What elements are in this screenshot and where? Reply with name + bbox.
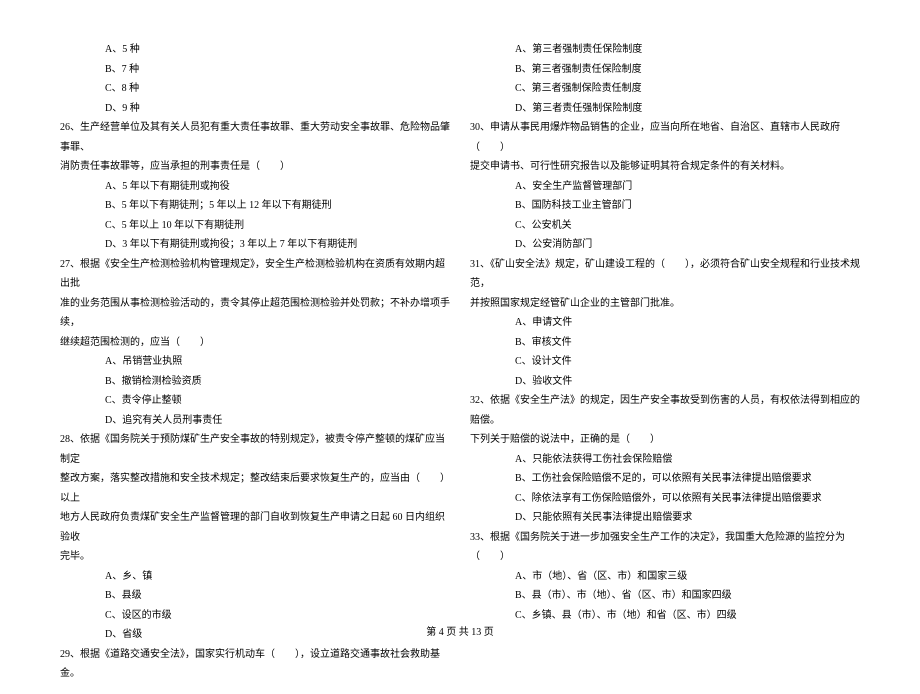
q29-stem: 29、根据《道路交通安全法》，国家实行机动车（ ），设立道路交通事故社会救助基金…	[60, 645, 450, 684]
q27-opt-b: B、撤销检测检验资质	[60, 372, 450, 392]
q26-stem-cont: 消防责任事故罪等，应当承担的刑事责任是（ ）	[60, 157, 450, 177]
page-content: A、5 种 B、7 种 C、8 种 D、9 种 26、生产经营单位及其有关人员犯…	[0, 0, 920, 694]
q31-stem-cont: 并按照国家规定经管矿山企业的主管部门批准。	[470, 294, 860, 314]
q30-opt-c: C、公安机关	[470, 216, 860, 236]
q26-opt-a: A、5 年以下有期徒刑或拘役	[60, 177, 450, 197]
q30-opt-b: B、国防科技工业主管部门	[470, 196, 860, 216]
q32-stem: 32、依据《安全生产法》的规定，因生产安全事故受到伤害的人员，有权依法得到相应的…	[470, 391, 860, 430]
q25-opt-d: D、9 种	[60, 99, 450, 119]
q30-stem-cont: 提交申请书、可行性研究报告以及能够证明其符合规定条件的有关材料。	[470, 157, 860, 177]
q30-opt-d: D、公安消防部门	[470, 235, 860, 255]
q32-opt-a: A、只能依法获得工伤社会保险赔偿	[470, 450, 860, 470]
q32-opt-b: B、工伤社会保险赔偿不足的，可以依照有关民事法律提出赔偿要求	[470, 469, 860, 489]
q31-opt-d: D、验收文件	[470, 372, 860, 392]
q31-opt-b: B、审核文件	[470, 333, 860, 353]
q26-opt-b: B、5 年以下有期徒刑；5 年以上 12 年以下有期徒刑	[60, 196, 450, 216]
q26-stem: 26、生产经营单位及其有关人员犯有重大责任事故罪、重大劳动安全事故罪、危险物品肇…	[60, 118, 450, 157]
q26-opt-d: D、3 年以下有期徒刑或拘役；3 年以上 7 年以下有期徒刑	[60, 235, 450, 255]
page-footer: 第 4 页 共 13 页	[0, 623, 920, 638]
q25-opt-a: A、5 种	[60, 40, 450, 60]
q28-stem: 28、依据《国务院关于预防煤矿生产安全事故的特别规定》，被责令停产整顿的煤矿应当…	[60, 430, 450, 469]
q33-stem: 33、根据《国务院关于进一步加强安全生产工作的决定》，我国重大危险源的监控分为（…	[470, 528, 860, 567]
q31-opt-c: C、设计文件	[470, 352, 860, 372]
q27-stem-cont1: 准的业务范围从事检测检验活动的，责令其停止超范围检测检验并处罚款；不补办增项手续…	[60, 294, 450, 333]
q29-opt-c: C、第三者强制保险责任制度	[470, 79, 860, 99]
q28-stem-cont2: 地方人民政府负责煤矿安全生产监督管理的部门自收到恢复生产申请之日起 60 日内组…	[60, 508, 450, 547]
q29-opt-d: D、第三者责任强制保险制度	[470, 99, 860, 119]
q28-stem-cont3: 完毕。	[60, 547, 450, 567]
q30-stem: 30、申请从事民用爆炸物品销售的企业，应当向所在地省、自治区、直辖市人民政府（ …	[470, 118, 860, 157]
q27-opt-a: A、吊销营业执照	[60, 352, 450, 372]
q31-opt-a: A、申请文件	[470, 313, 860, 333]
q32-stem-cont: 下列关于赔偿的说法中，正确的是（ ）	[470, 430, 860, 450]
q32-opt-d: D、只能依照有关民事法律提出赔偿要求	[470, 508, 860, 528]
q31-stem: 31、《矿山安全法》规定，矿山建设工程的（ ），必须符合矿山安全规程和行业技术规…	[470, 255, 860, 294]
q26-opt-c: C、5 年以上 10 年以下有期徒刑	[60, 216, 450, 236]
right-column: A、第三者强制责任保险制度 B、第三者强制责任保险制度 C、第三者强制保险责任制…	[470, 40, 860, 684]
q27-stem: 27、根据《安全生产检测检验机构管理规定》，安全生产检测检验机构在资质有效期内超…	[60, 255, 450, 294]
q30-opt-a: A、安全生产监督管理部门	[470, 177, 860, 197]
left-column: A、5 种 B、7 种 C、8 种 D、9 种 26、生产经营单位及其有关人员犯…	[60, 40, 450, 684]
q33-opt-b: B、县（市）、市（地）、省（区、市）和国家四级	[470, 586, 860, 606]
q25-opt-b: B、7 种	[60, 60, 450, 80]
q27-opt-c: C、责令停止整顿	[60, 391, 450, 411]
q28-opt-a: A、乡、镇	[60, 567, 450, 587]
q27-opt-d: D、追究有关人员刑事责任	[60, 411, 450, 431]
q33-opt-a: A、市（地）、省（区、市）和国家三级	[470, 567, 860, 587]
q27-stem-cont2: 继续超范围检测的，应当（ ）	[60, 333, 450, 353]
q32-opt-c: C、除依法享有工伤保险赔偿外，可以依照有关民事法律提出赔偿要求	[470, 489, 860, 509]
q29-opt-b: B、第三者强制责任保险制度	[470, 60, 860, 80]
q28-stem-cont1: 整改方案，落实整改措施和安全技术规定；整改结束后要求恢复生产的，应当由（ ）以上	[60, 469, 450, 508]
q25-opt-c: C、8 种	[60, 79, 450, 99]
q28-opt-b: B、县级	[60, 586, 450, 606]
q29-opt-a: A、第三者强制责任保险制度	[470, 40, 860, 60]
